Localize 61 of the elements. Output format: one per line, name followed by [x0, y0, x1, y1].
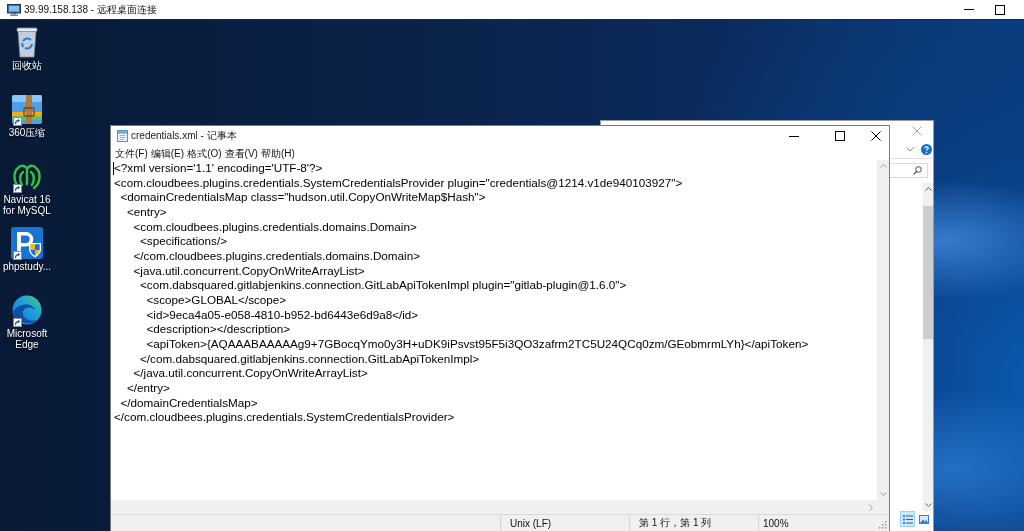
p-shield-icon[interactable] [11, 227, 43, 259]
icon-label[interactable]: phpstudy... [0, 261, 54, 272]
maximize-icon [994, 4, 1005, 15]
swirl-icon[interactable] [11, 294, 43, 326]
horizontal-scrollbar[interactable] [111, 500, 889, 514]
text-line: </java.util.concurrent.CopyOnWriteArrayList> [132, 366, 368, 381]
resize-grip-icon[interactable] [879, 521, 887, 529]
maximize-icon [835, 131, 845, 141]
icon-label[interactable]: Navicat 16 for MySQL [0, 194, 54, 216]
text-line: <domainCredentialsMap class="hudson.util.CopyOnWriteMap$Hash"> [119, 190, 486, 205]
text-line: </com.dabsquared.gitlabjenkins.connection.GitLabApiTokenImpl> [138, 351, 480, 367]
window-title: credentials.xml - 记事本 [131, 129, 237, 143]
scroll-thumb[interactable] [923, 206, 933, 339]
window-title: 39.99.158.138 - 远程桌面连接 [24, 2, 157, 17]
scroll-up-icon[interactable] [879, 164, 887, 168]
vertical-scrollbar[interactable] [923, 183, 933, 511]
monitor-icon [7, 3, 21, 16]
text-line: <com.cloudbees.plugins.credentials.domains.Domain> [132, 219, 417, 235]
text-line: </com.cloudbees.plugins.credentials.SystemCredentialsProvider> [114, 410, 455, 425]
scroll-down-icon[interactable] [924, 503, 932, 507]
menu-item[interactable]: 格式(O) [186, 146, 223, 160]
scroll-up-icon[interactable] [924, 187, 932, 191]
menu-item[interactable]: 编辑(E) [149, 146, 186, 160]
details-list-icon [902, 514, 913, 524]
text-line: </entry> [126, 380, 170, 396]
text-line: <com.cloudbees.plugins.credentials.SystemCredentialsProvider plugin="credentials@1214.v1de940103927"> [114, 175, 683, 191]
help-icon[interactable] [921, 144, 932, 155]
text-line: <?xml version='1.1' encoding='UTF-8'?> [114, 161, 323, 176]
menu-item[interactable]: 文件(F) [114, 146, 149, 160]
search-icon [913, 166, 922, 175]
scroll-right-icon[interactable] [869, 503, 873, 511]
chevron-down-icon[interactable] [906, 147, 914, 152]
minimize-icon [963, 9, 974, 10]
text-cursor [113, 162, 114, 175]
menu-item[interactable]: 帮助(H) [259, 146, 296, 160]
text-line: <scope>GLOBAL</scope> [145, 292, 287, 308]
minimize-icon [789, 135, 799, 137]
text-line: <specifications/> [138, 234, 228, 249]
vertical-scrollbar[interactable] [877, 160, 889, 500]
text-line: </com.cloudbees.plugins.credentials.domains.Domain> [132, 248, 420, 264]
cursor-position-text: 第 1 行，第 1 列 [639, 516, 712, 530]
picture-icon [918, 514, 929, 524]
scroll-down-icon[interactable] [879, 492, 887, 496]
zip-folder-icon[interactable] [11, 93, 43, 125]
text-line: <entry> [126, 204, 167, 220]
text-line: <apiToken>{AQAAABAAAAAg9+7GBocqYmo0y3H+uDK9iPsvst95F5i3QO3zafrm2TC5U24QCq0zm/GEobmrmLYh}</apiToken> [145, 336, 809, 352]
icon-label[interactable]: Microsoft Edge [0, 328, 54, 350]
line-ending-text: Unix (LF) [510, 517, 552, 529]
notepad-icon [117, 130, 128, 142]
text-line: </domainCredentialsMap> [119, 395, 258, 411]
text-line: <com.dabsquared.gitlabjenkins.connection.GitLabApiTokenImpl plugin="gitlab-plugin@1.6.0"> [138, 278, 627, 293]
text-line: <id>9eca4a05-e058-4810-b952-bd6443e6d9a8</id> [145, 307, 419, 323]
text-line: <description></description> [145, 322, 291, 337]
menu-item[interactable]: 查看(V) [223, 146, 259, 160]
close-icon [912, 126, 922, 136]
close-icon [871, 131, 881, 141]
icon-label[interactable]: 回收站 [0, 60, 54, 71]
zoom-level-text: 100% [763, 517, 789, 529]
text-line: <java.util.concurrent.CopyOnWriteArrayList> [132, 263, 365, 279]
details-view-button[interactable] [900, 511, 915, 527]
icon-label[interactable]: 360压缩 [0, 127, 54, 138]
